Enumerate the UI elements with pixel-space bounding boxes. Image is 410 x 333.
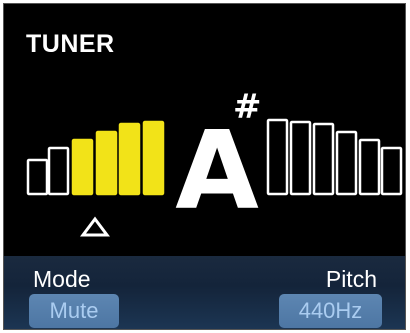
meter-segment-left <box>118 122 141 196</box>
meter-segment-left <box>142 120 165 196</box>
note-name: A <box>175 109 259 234</box>
sharp-sign: # <box>233 87 262 127</box>
meter-segment-left <box>71 138 94 196</box>
meter-segment-right <box>266 118 289 196</box>
triangle-up-outline-icon <box>80 216 110 237</box>
meter-segment-left <box>26 158 49 196</box>
mode-button[interactable]: Mute <box>29 294 119 328</box>
meter-segment-right <box>335 130 358 196</box>
meter-segment-left <box>47 146 70 196</box>
meter-segment-right <box>312 122 335 196</box>
bottom-panel: Mode Pitch Mute 440Hz <box>4 256 405 329</box>
meter-segment-left <box>95 130 118 196</box>
meter-segment-right <box>289 120 312 196</box>
meter-segment-right <box>380 146 403 196</box>
pitch-button[interactable]: 440Hz <box>279 294 382 328</box>
meter-segment-right <box>358 138 381 196</box>
mode-label: Mode <box>33 266 91 292</box>
pitch-label: Pitch <box>325 266 377 292</box>
tuner-screen: TUNER A # Mode Pitch Mute 440Hz <box>3 3 406 330</box>
